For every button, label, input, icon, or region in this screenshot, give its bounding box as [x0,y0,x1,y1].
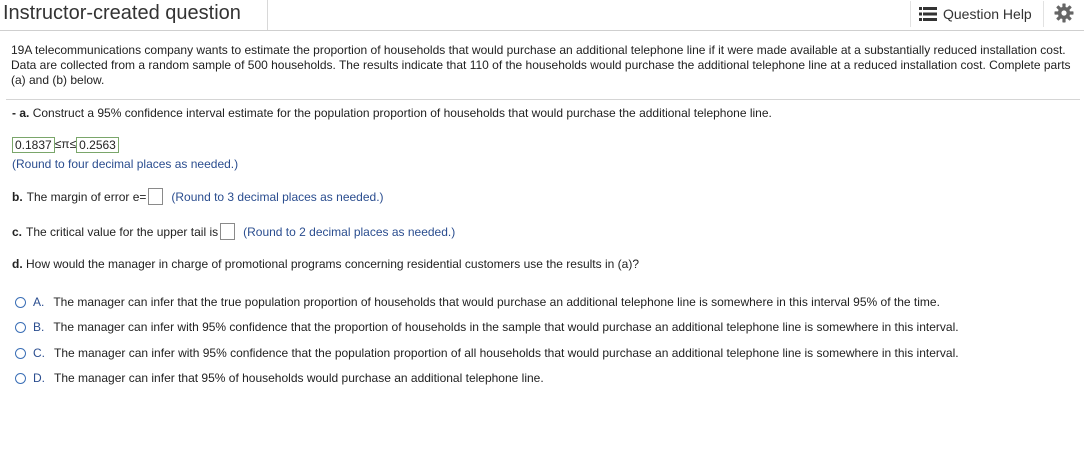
option-letter: D. [33,371,45,385]
option-text: The manager can infer with 95% confidenc… [54,346,959,360]
part-d-prefix: d. [12,257,23,271]
radio-button[interactable] [15,296,26,308]
radio-button[interactable] [15,347,26,359]
option-text: The manager can infer that the true popu… [53,295,940,309]
header-bar: Instructor-created question Question Hel… [0,0,1084,30]
option-letter: C. [33,346,45,360]
part-c-hint: (Round to 2 decimal places as needed.) [243,224,456,239]
part-a-answer-row: 0.1837 ≤π≤ 0.2563 [12,137,119,153]
title-divider [267,0,268,30]
option-c[interactable]: C. The manager can infer with 95% confid… [15,346,959,360]
section-divider [6,99,1080,100]
option-letter: B. [33,320,45,334]
option-a[interactable]: A. The manager can infer that the true p… [15,295,940,309]
question-help-button[interactable]: Question Help [910,1,1044,27]
problem-statement: 19A telecommunications company wants to … [11,43,1071,87]
lower-bound-answer[interactable]: 0.1837 [12,137,55,153]
option-text: The manager can infer that 95% of househ… [54,371,544,385]
part-b-hint: (Round to 3 decimal places as needed.) [171,189,384,204]
list-icon [919,7,937,21]
margin-of-error-input[interactable] [148,188,164,205]
part-d-question: d. How would the manager in charge of pr… [12,257,639,271]
part-c-text: The critical value for the upper tail is [26,224,219,239]
part-b-question: b. The margin of error e= (Round to 3 de… [12,188,384,205]
radio-button[interactable] [15,321,26,333]
part-c-question: c. The critical value for the upper tail… [12,223,455,240]
option-b[interactable]: B. The manager can infer with 95% confid… [15,320,959,334]
upper-bound-answer[interactable]: 0.2563 [76,137,119,153]
critical-value-input[interactable] [220,223,236,240]
option-d[interactable]: D. The manager can infer that 95% of hou… [15,371,544,385]
page-title: Instructor-created question [3,2,241,24]
part-d-text: How would the manager in charge of promo… [26,257,639,271]
radio-button[interactable] [15,372,26,384]
question-help-label: Question Help [943,6,1032,22]
gear-icon[interactable] [1054,3,1074,23]
header-divider [0,30,1084,31]
part-b-prefix: b. [12,189,23,204]
part-a-text: Construct a 95% confidence interval esti… [32,106,772,120]
part-a-hint: (Round to four decimal places as needed.… [12,157,239,171]
part-a-question: - a. Construct a 95% confidence interval… [12,106,772,120]
part-b-text: The margin of error e= [26,189,147,204]
part-a-prefix: - a. [12,106,30,120]
option-letter: A. [33,295,45,309]
interval-relation: ≤π≤ [54,137,77,152]
option-text: The manager can infer with 95% confidenc… [53,320,959,334]
part-c-prefix: c. [12,224,23,239]
